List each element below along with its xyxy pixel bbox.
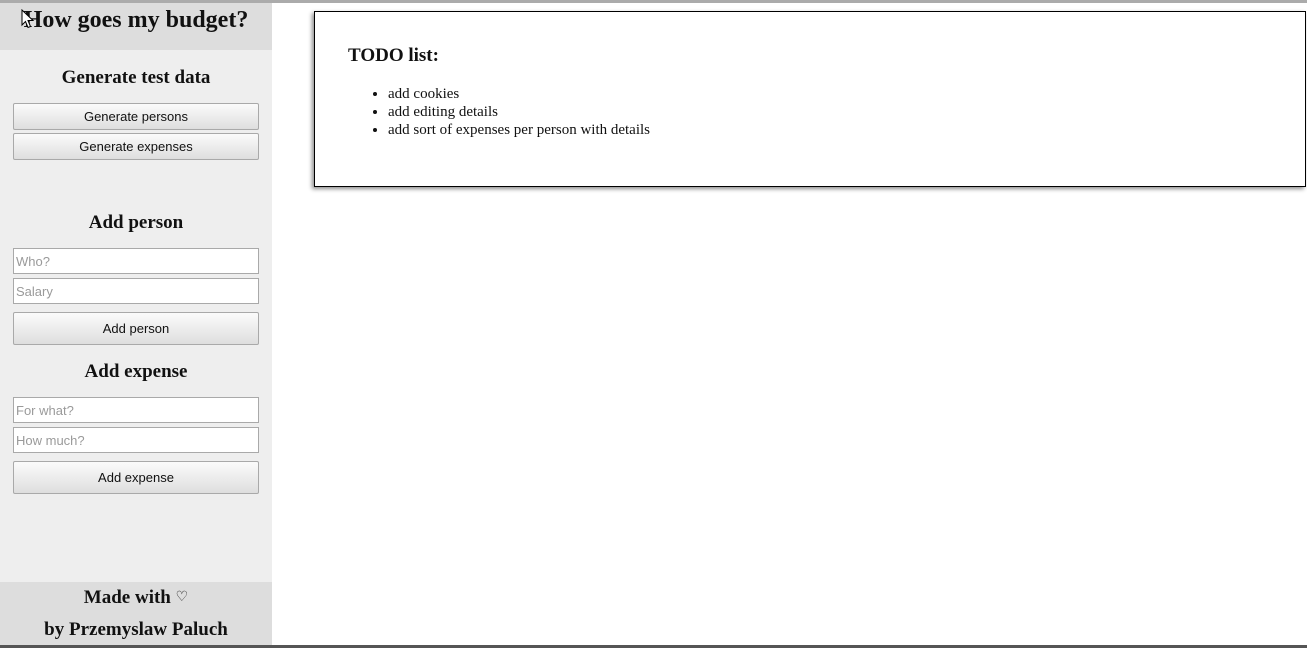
mouse-cursor-icon	[21, 9, 35, 29]
app-title: How goes my budget?	[23, 7, 249, 33]
for-what-input[interactable]	[13, 397, 259, 423]
generate-persons-button[interactable]: Generate persons	[13, 103, 259, 130]
todo-title: TODO list:	[348, 45, 439, 66]
generate-test-data-heading: Generate test data	[61, 67, 211, 88]
add-person-button[interactable]: Add person	[13, 312, 259, 345]
todo-item: add sort of expenses per person with det…	[388, 121, 650, 139]
add-expense-button[interactable]: Add expense	[13, 461, 259, 494]
sidebar-footer: Made with ♡ by Przemyslaw Paluch	[0, 582, 272, 645]
todo-list: add cookies add editing details add sort…	[348, 85, 650, 139]
sidebar-header: How goes my budget?	[0, 3, 272, 50]
heart-icon: ♡	[175, 589, 189, 605]
todo-item: add cookies	[388, 85, 650, 103]
made-with-text: Made with ♡	[0, 587, 272, 609]
sidebar: How goes my budget? Generate test data G…	[0, 3, 272, 645]
how-much-input[interactable]	[13, 427, 259, 453]
add-expense-heading: Add expense	[84, 361, 188, 382]
generate-expenses-button[interactable]: Generate expenses	[13, 133, 259, 160]
todo-item: add editing details	[388, 103, 650, 121]
todo-card: TODO list: add cookies add editing detai…	[314, 11, 1306, 187]
who-input[interactable]	[13, 248, 259, 274]
add-person-heading: Add person	[88, 212, 184, 233]
author-credit: by Przemyslaw Paluch	[44, 619, 228, 640]
salary-input[interactable]	[13, 278, 259, 304]
made-with-label: Made with	[83, 587, 171, 608]
